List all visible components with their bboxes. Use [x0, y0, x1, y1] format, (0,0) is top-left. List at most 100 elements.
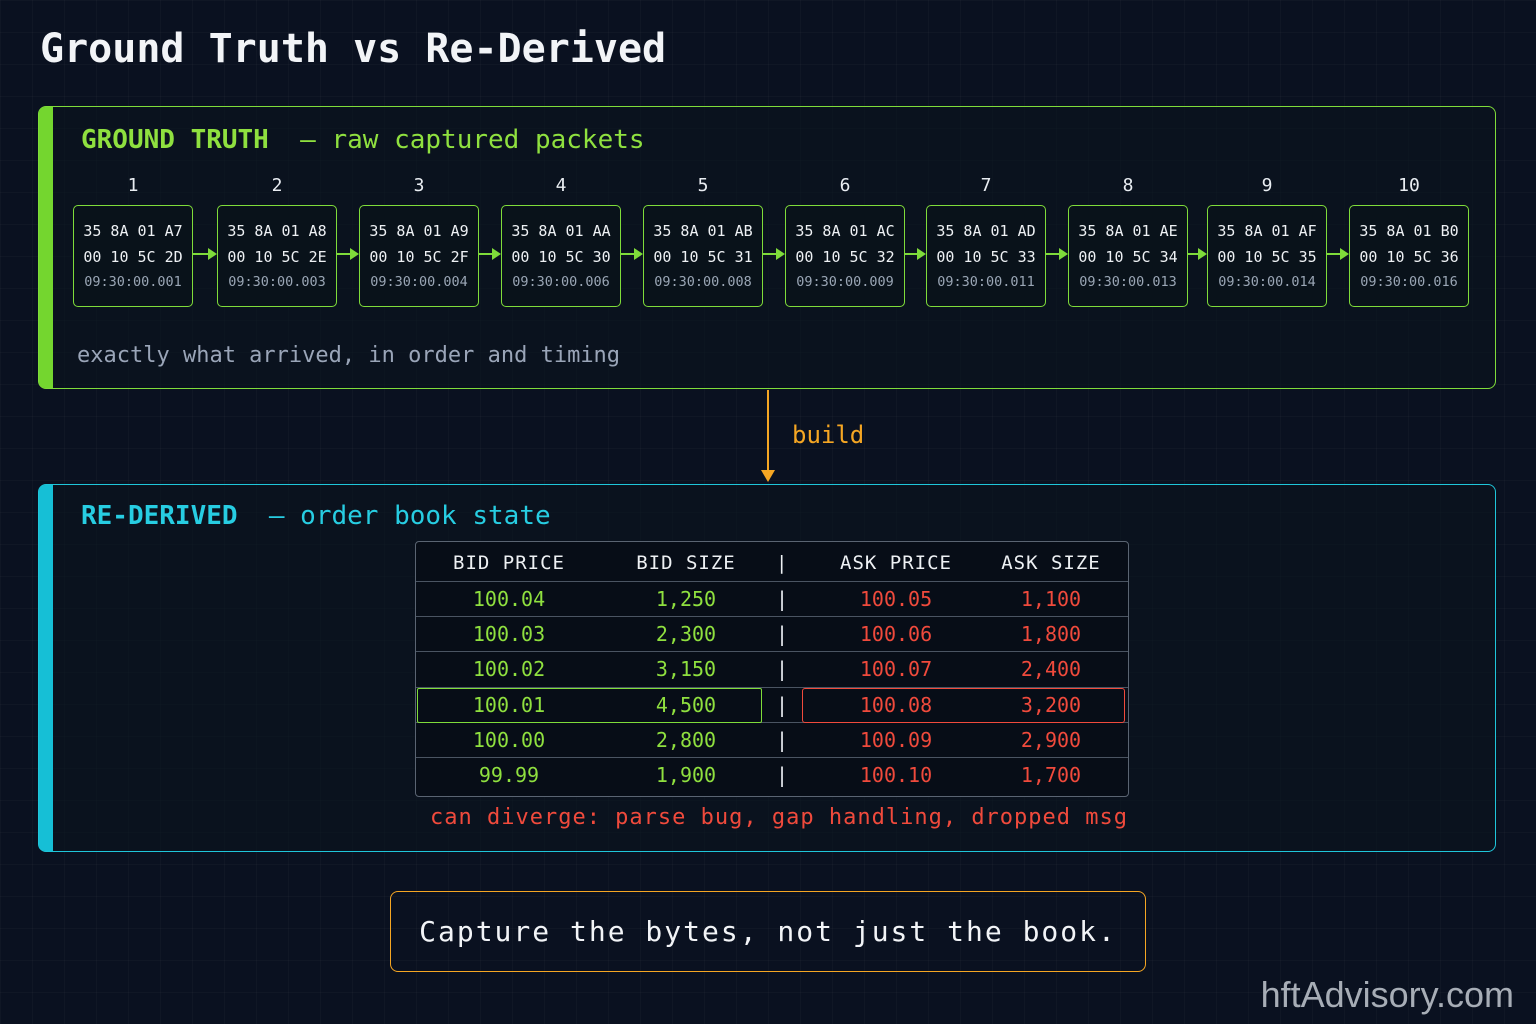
packet-hex-line-2: 00 10 5C 2E — [227, 248, 327, 266]
ground-truth-label: GROUND TRUTH — [81, 125, 269, 155]
packet-hex-line-1: 35 8A 01 AD — [936, 222, 1036, 240]
packet-hex-line-2: 00 10 5C 30 — [511, 248, 611, 266]
build-arrow — [767, 390, 769, 474]
packet-hex-line-2: 00 10 5C 34 — [1078, 248, 1178, 266]
header-separator: | — [776, 552, 789, 574]
packet-hex-line-1: 35 8A 01 AF — [1217, 222, 1317, 240]
packet-hex-line-2: 00 10 5C 33 — [936, 248, 1036, 266]
packet-hex-line-2: 00 10 5C 35 — [1217, 248, 1317, 266]
packet-number: 4 — [555, 175, 567, 196]
packet-hex-line-2: 00 10 5C 32 — [795, 248, 895, 266]
packet-hex-line-1: 35 8A 01 AB — [653, 222, 753, 240]
ground-truth-subtitle: raw captured packets — [331, 125, 645, 155]
header-bid-size: BID SIZE — [636, 552, 736, 574]
order-book-row: 100.04 1,250 | 100.05 1,100 — [416, 581, 1128, 617]
ground-truth-panel: GROUND TRUTH – raw captured packets 1 35 … — [38, 106, 1496, 389]
ground-truth-accent-bar — [39, 107, 53, 388]
packet-box: 35 8A 01 AF 00 10 5C 35 09:30:00.014 — [1207, 205, 1327, 307]
order-book-header: BID PRICE BID SIZE | ASK PRICE ASK SIZE — [416, 546, 1128, 581]
packet-number: 1 — [127, 175, 139, 196]
build-label: build — [792, 421, 865, 449]
packet-number: 3 — [413, 175, 425, 196]
packet-hex-line-1: 35 8A 01 AE — [1078, 222, 1178, 240]
packet-hex-line-1: 35 8A 01 B0 — [1359, 222, 1459, 240]
order-book-row: 100.02 3,150 | 100.07 2,400 — [416, 651, 1128, 687]
packet-number: 7 — [980, 175, 992, 196]
re-derived-accent-bar — [39, 485, 53, 851]
order-book-row: 100.00 2,800 | 100.09 2,900 — [416, 721, 1128, 758]
packet-number: 6 — [839, 175, 851, 196]
packet-box: 35 8A 01 AC 00 10 5C 32 09:30:00.009 — [785, 205, 905, 307]
packet-box: 35 8A 01 AD 00 10 5C 33 09:30:00.011 — [926, 205, 1046, 307]
packet-timestamp: 09:30:00.013 — [1079, 274, 1177, 290]
ask-price-cell: 100.05 — [859, 587, 933, 611]
packet-timestamp: 09:30:00.008 — [654, 274, 752, 290]
header-ask-size: ASK SIZE — [1001, 552, 1101, 574]
ground-truth-dash: – — [300, 125, 316, 155]
ask-price-cell: 100.06 — [859, 622, 933, 647]
separator-cell: | — [776, 657, 789, 682]
highlight-ask-outline — [802, 687, 1125, 723]
bid-size-cell: 3,150 — [655, 657, 717, 682]
packet-number: 10 — [1398, 175, 1420, 196]
bid-size-cell: 2,300 — [655, 622, 717, 647]
bid-size-cell: 1,250 — [655, 587, 717, 611]
packet-arrow — [193, 248, 217, 260]
separator-cell: | — [776, 622, 789, 647]
packet-box: 35 8A 01 A9 00 10 5C 2F 09:30:00.004 — [359, 205, 479, 307]
packet-hex-line-1: 35 8A 01 A9 — [369, 222, 469, 240]
page-title: Ground Truth vs Re-Derived — [40, 26, 667, 72]
packet-hex-line-1: 35 8A 01 AC — [795, 222, 895, 240]
packet-arrow — [1188, 248, 1207, 260]
order-book-table: BID PRICE BID SIZE | ASK PRICE ASK SIZE … — [415, 541, 1129, 797]
packet-arrow — [621, 248, 643, 260]
packet-timestamp: 09:30:00.011 — [937, 274, 1035, 290]
re-derived-heading: RE-DERIVED – order book state — [81, 501, 551, 531]
separator-cell: | — [776, 587, 789, 611]
packet-number: 2 — [271, 175, 283, 196]
header-bid-price: BID PRICE — [453, 552, 565, 574]
ask-price-cell: 100.09 — [859, 727, 933, 752]
ask-size-cell: 1,700 — [1020, 763, 1082, 787]
diverge-note: can diverge: parse bug, gap handling, dr… — [430, 805, 1129, 830]
packet-hex-line-2: 00 10 5C 31 — [653, 248, 753, 266]
highlight-bid-outline — [417, 687, 762, 723]
re-derived-subtitle: order book state — [300, 501, 551, 531]
packet-timestamp: 09:30:00.006 — [512, 274, 610, 290]
ask-size-cell: 1,800 — [1020, 622, 1082, 647]
separator-cell: | — [776, 763, 789, 787]
bid-size-cell: 1,900 — [655, 763, 717, 787]
ground-truth-heading: GROUND TRUTH – raw captured packets — [81, 125, 645, 155]
bid-price-cell: 100.02 — [472, 657, 546, 682]
watermark: hftAdvisory.com — [1260, 974, 1514, 1015]
packet-timestamp: 09:30:00.009 — [796, 274, 894, 290]
bid-price-cell: 100.00 — [472, 727, 546, 752]
packet-hex-line-2: 00 10 5C 2D — [83, 248, 183, 266]
bid-price-cell: 100.04 — [472, 587, 546, 611]
ground-truth-caption: exactly what arrived, in order and timin… — [77, 343, 621, 368]
bid-price-cell: 99.99 — [478, 763, 540, 787]
packet-hex-line-1: 35 8A 01 A7 — [83, 222, 183, 240]
packet-box: 35 8A 01 A8 00 10 5C 2E 09:30:00.003 — [217, 205, 337, 307]
order-book-row: 99.99 1,900 | 100.10 1,700 — [416, 757, 1128, 793]
ask-price-cell: 100.10 — [859, 763, 933, 787]
packet-arrow — [1327, 248, 1349, 260]
order-book-row: 100.03 2,300 | 100.06 1,800 — [416, 616, 1128, 652]
packet-hex-line-1: 35 8A 01 A8 — [227, 222, 327, 240]
packet-number: 5 — [697, 175, 709, 196]
ask-size-cell: 1,100 — [1020, 587, 1082, 611]
packet-box: 35 8A 01 AE 00 10 5C 34 09:30:00.013 — [1068, 205, 1188, 307]
separator-cell: | — [776, 727, 789, 752]
separator-cell: | — [776, 692, 789, 717]
bid-price-cell: 100.03 — [472, 622, 546, 647]
packet-arrow — [763, 248, 785, 260]
ask-size-cell: 2,400 — [1020, 657, 1082, 682]
ask-price-cell: 100.07 — [859, 657, 933, 682]
packet-timestamp: 09:30:00.016 — [1360, 274, 1458, 290]
packet-box: 35 8A 01 A7 00 10 5C 2D 09:30:00.001 — [73, 205, 193, 307]
packet-number: 9 — [1261, 175, 1273, 196]
packet-hex-line-1: 35 8A 01 AA — [511, 222, 611, 240]
packet-timestamp: 09:30:00.001 — [84, 274, 182, 290]
re-derived-dash: – — [268, 501, 285, 531]
bid-size-cell: 2,800 — [655, 727, 717, 752]
